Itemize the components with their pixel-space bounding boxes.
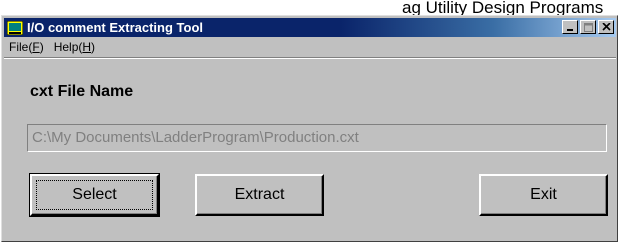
app-icon[interactable]: [7, 20, 23, 35]
menu-help-accelerator: H: [82, 40, 92, 54]
exit-button-label: Exit: [530, 186, 557, 203]
app-window: I/O comment Extracting Tool File(F) Help…: [1, 15, 618, 242]
select-button[interactable]: Select: [29, 173, 160, 217]
background-caption: ag Utility Design Programs: [402, 0, 604, 16]
extract-button-label: Extract: [234, 186, 285, 203]
close-button[interactable]: [598, 20, 614, 34]
menu-help[interactable]: Help(H): [49, 40, 100, 54]
focus-rect: [36, 180, 153, 210]
maximize-button[interactable]: [580, 20, 596, 34]
menu-divider: [4, 57, 616, 59]
menu-help-label: Help(: [53, 40, 83, 54]
menu-file-accelerator: F: [32, 40, 40, 54]
file-path-field[interactable]: C:\My Documents\LadderProgram\Production…: [27, 124, 607, 152]
title-bar[interactable]: I/O comment Extracting Tool: [4, 18, 616, 37]
window-title: I/O comment Extracting Tool: [27, 20, 204, 35]
menu-help-paren: ): [91, 40, 96, 54]
exit-button[interactable]: Exit: [479, 174, 608, 216]
file-name-label: cxt File Name: [30, 83, 134, 100]
menu-file-label: File(: [9, 40, 33, 54]
close-icon: [601, 23, 611, 31]
window-controls: [560, 20, 614, 34]
menu-file-paren: ): [39, 40, 44, 54]
extract-button[interactable]: Extract: [195, 174, 324, 216]
minimize-button[interactable]: [562, 20, 578, 34]
menu-bar: File(F) Help(H): [4, 38, 616, 56]
minimize-icon: [567, 29, 573, 31]
maximize-icon: [583, 22, 593, 32]
menu-file[interactable]: File(F): [4, 40, 49, 54]
